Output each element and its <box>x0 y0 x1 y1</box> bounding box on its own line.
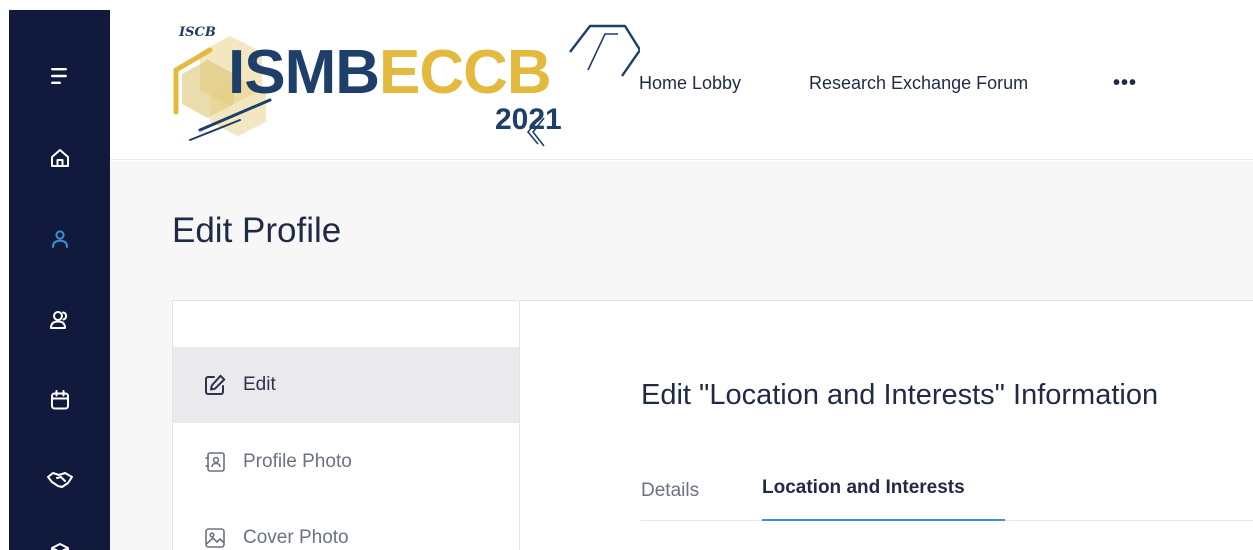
menu-item-profile-photo[interactable]: Profile Photo <box>173 424 519 500</box>
profile-left-menu: Edit Profile Photo Cover Photo <box>173 301 520 550</box>
users-icon <box>49 311 67 329</box>
cube-icon <box>50 543 69 550</box>
menu-icon <box>50 68 67 84</box>
sidebar-item-home[interactable] <box>9 138 110 178</box>
nav-research-exchange-forum[interactable]: Research Exchange Forum <box>809 73 1028 94</box>
sidebar-item-exhibits[interactable] <box>9 532 110 550</box>
logo-name-part1: ISMB <box>228 38 380 107</box>
nav-home-lobby[interactable]: Home Lobby <box>639 73 741 94</box>
calendar-icon <box>50 390 69 410</box>
profile-edit-card: Edit Profile Photo Cover Photo Edit "Loc… <box>172 300 1253 550</box>
section-title: Edit "Location and Interests" Informatio… <box>641 379 1159 411</box>
menu-item-cover-photo-label: Cover Photo <box>243 527 349 548</box>
logo-name-part2: ECCB <box>379 38 552 107</box>
tab-details[interactable]: Details <box>641 480 699 502</box>
sidebar-item-calendar[interactable] <box>9 380 110 420</box>
image-icon <box>203 526 227 550</box>
logo-name: ISMBECCB <box>228 38 552 108</box>
active-tab-indicator <box>762 519 1005 521</box>
sidebar <box>9 10 110 550</box>
sidebar-item-networking[interactable] <box>9 460 110 500</box>
edit-icon <box>203 373 227 397</box>
profile-tabs: Details Location and Interests <box>641 465 1253 521</box>
profile-photo-icon <box>203 450 227 474</box>
logo-year: 2021 <box>495 103 562 136</box>
main-content: Edit Profile Edit Profile Photo Cover Ph… <box>110 161 1253 550</box>
sidebar-menu-button[interactable] <box>9 56 110 96</box>
menu-item-edit-label: Edit <box>243 374 276 395</box>
sidebar-item-people[interactable] <box>9 300 110 340</box>
home-icon <box>50 149 69 167</box>
menu-item-edit[interactable]: Edit <box>173 347 519 423</box>
menu-item-profile-photo-label: Profile Photo <box>243 451 352 472</box>
menu-item-cover-photo[interactable]: Cover Photo <box>173 500 519 550</box>
user-icon <box>51 230 68 248</box>
page-title: Edit Profile <box>172 211 342 250</box>
sidebar-item-profile[interactable] <box>9 219 110 259</box>
handshake-icon <box>46 472 73 488</box>
logo-org-text: ISCB <box>179 25 216 40</box>
top-header: ISCB ISMBECCB 2021 Home Lobby Research E… <box>110 0 1253 160</box>
nav-more-icon[interactable]: ••• <box>1113 72 1137 95</box>
tab-location-and-interests[interactable]: Location and Interests <box>762 477 965 499</box>
